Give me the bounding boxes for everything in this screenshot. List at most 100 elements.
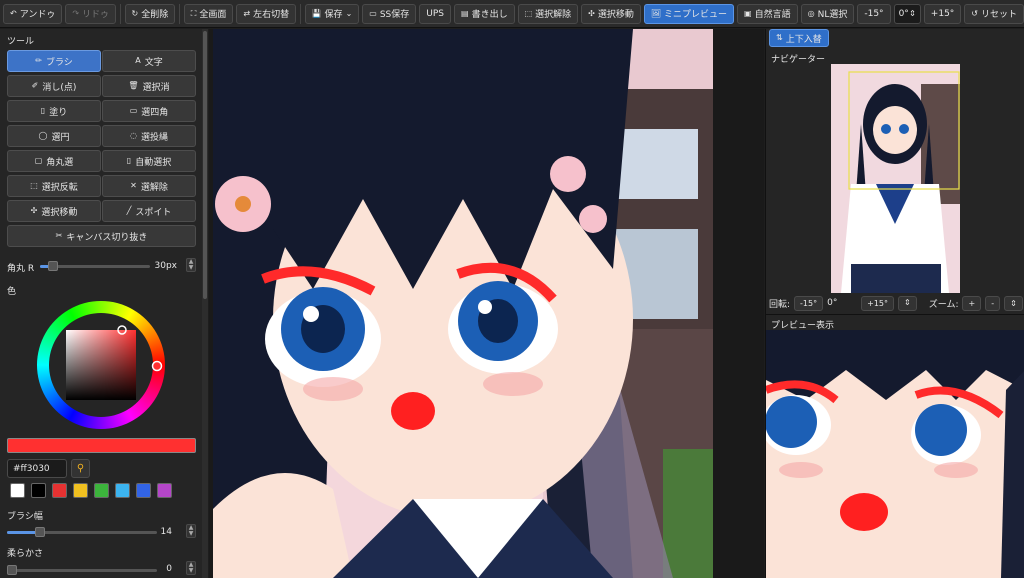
tool-button[interactable]: ╱ スポイト (102, 200, 196, 222)
tool-button[interactable]: ✐ 消し(点) (7, 75, 101, 97)
preview-image (766, 330, 1024, 578)
tool-button[interactable]: ▯ 塗り (7, 100, 101, 122)
rotate-plus-button[interactable]: +15° (923, 3, 962, 24)
fullscreen-icon: ⛶ (190, 8, 197, 18)
brush-size-spinner[interactable]: ▲ ▼ (186, 524, 196, 538)
canvas-area[interactable] (209, 29, 764, 578)
tool-icon: ▯ (40, 106, 46, 115)
tool-button[interactable]: ✏ ブラシ (7, 50, 101, 72)
undo-icon: ↶ (10, 8, 17, 18)
preview-illustration (766, 330, 1024, 578)
ups-button[interactable]: UPS (419, 3, 451, 24)
flip-ud-button[interactable]: ⇅ 上下入替 (769, 29, 829, 47)
canvas-scrollbar[interactable] (757, 29, 763, 578)
zoom-fit-button[interactable]: ⇕ (1004, 295, 1023, 311)
color-swatch[interactable] (115, 483, 130, 498)
flip-lr-button[interactable]: ⇄ 左右切替 (236, 3, 297, 24)
reset-button[interactable]: ↺ リセット (964, 3, 1024, 24)
deselect-button[interactable]: ⬚ 選択解除 (517, 3, 579, 24)
tool-button[interactable]: ✣ 選択移動 (7, 200, 101, 222)
zoom-out-button[interactable]: - (985, 295, 1001, 311)
color-swatch[interactable] (52, 483, 67, 498)
corner-radius-spinner[interactable]: ▲ ▼ (186, 258, 196, 272)
redo-button[interactable]: ↷ リドゥ (65, 3, 117, 24)
nl-select-button[interactable]: ◎ NL選択 (800, 3, 855, 24)
scrollbar-thumb[interactable] (203, 31, 207, 299)
slider-handle[interactable] (7, 565, 17, 575)
tool-label: 塗り (49, 107, 68, 118)
export-button[interactable]: ▤ 書き出し (454, 3, 515, 24)
tool-panel: ツール ✏ ブラシ A 文字 ✐ 消し(点) 🗑 選択消 ▯ 塗り ▭ 選四角 ◯ 選円 ◌ 選投縄 ▢ 角丸選 ▯… (0, 29, 208, 578)
top-toolbar: ↶ アンドゥ ↷ リドゥ ↻ 全削除 ⛶ 全画面 ⇄ 左右切替 💾 保存 ⌄ ▭ SS保存 UP… (0, 0, 1024, 28)
tool-icon: ✕ (130, 181, 137, 190)
scissors-icon: ✂ (55, 231, 63, 240)
brush-size-slider[interactable] (7, 527, 157, 537)
tool-label: 選投縄 (140, 132, 168, 143)
canvas-image[interactable] (213, 29, 713, 578)
slider-handle[interactable] (48, 261, 59, 271)
tool-button[interactable]: ▭ 選四角 (102, 100, 196, 122)
slider-handle[interactable] (35, 527, 45, 537)
undo-button[interactable]: ↶ アンドゥ (3, 3, 63, 24)
tool-button[interactable]: A 文字 (102, 50, 196, 72)
fullscreen-button[interactable]: ⛶ 全画面 (183, 3, 234, 24)
tool-icon: ╱ (126, 206, 132, 215)
tool-button[interactable]: ◯ 選円 (7, 125, 101, 147)
navigator-thumbnail[interactable] (831, 64, 960, 293)
color-wheel[interactable] (35, 299, 167, 431)
tool-icon: ⬚ (30, 181, 38, 190)
tool-button[interactable]: ▯ 自動選択 (102, 150, 196, 172)
nav-rotate-plus-button[interactable]: +15° (861, 295, 895, 311)
tool-label: 選択消 (142, 82, 170, 93)
tool-button[interactable]: ▢ 角丸選 (7, 150, 101, 172)
nav-rotate-spinner[interactable]: ⇕ (898, 295, 917, 311)
tool-icon: ▭ (129, 106, 138, 115)
tool-button[interactable]: ✕ 選解除 (102, 175, 196, 197)
canvas-crop-label: キャンバス切り抜き (66, 232, 148, 243)
save-button[interactable]: 💾 保存 ⌄ (304, 3, 360, 24)
move-selection-button[interactable]: ✣ 選択移動 (581, 3, 641, 24)
natural-language-button[interactable]: ▣ 自然言語 (737, 3, 798, 24)
save-icon: 💾 (311, 8, 322, 18)
tool-label: 角丸選 (46, 157, 74, 168)
brush-size-value: 14 (160, 527, 172, 537)
tool-label: 選四角 (141, 107, 169, 118)
softness-spinner[interactable]: ▲ ▼ (186, 561, 196, 575)
navigator-controls: 回転: -15° 0° +15° ⇕ ズーム: + - ⇕ (769, 295, 1024, 311)
panel-divider (766, 314, 1024, 315)
nav-rotate-minus-button[interactable]: -15° (794, 295, 824, 311)
zoom-in-button[interactable]: + (962, 295, 982, 311)
reset-icon: ↺ (971, 8, 978, 18)
color-swatch[interactable] (10, 483, 25, 498)
spinner-icon: ⇕ (909, 8, 916, 18)
hex-color-input[interactable]: #ff3030 (7, 459, 67, 478)
canvas-crop-button[interactable]: ✂ キャンバス切り抜き (7, 225, 196, 247)
navigator-title: ナビゲーター (771, 55, 826, 65)
eyedropper-icon: ⚲ (76, 463, 85, 474)
hue-picker-handle[interactable] (151, 360, 163, 372)
color-swatches (10, 483, 172, 498)
color-swatch[interactable] (94, 483, 109, 498)
eyedropper-button[interactable]: ⚲ (71, 459, 90, 478)
color-heading: 色 (7, 287, 17, 297)
anime-girl-illustration (213, 29, 713, 578)
softness-slider[interactable] (7, 565, 157, 575)
tool-icon: ◯ (38, 131, 48, 140)
corner-radius-slider[interactable] (40, 261, 150, 271)
tool-panel-scrollbar[interactable] (202, 29, 208, 578)
ss-save-button[interactable]: ▭ SS保存 (362, 3, 417, 24)
color-swatch[interactable] (136, 483, 151, 498)
tool-button[interactable]: 🗑 選択消 (102, 75, 196, 97)
color-swatch[interactable] (73, 483, 88, 498)
rotate-value-input[interactable]: 0° ⇕ (893, 3, 921, 24)
color-swatch[interactable] (31, 483, 46, 498)
mini-preview-button[interactable]: 🖼 ミニプレビュー (643, 3, 735, 24)
rotate-label: 回転: (769, 299, 791, 310)
color-swatch[interactable] (157, 483, 172, 498)
clear-all-button[interactable]: ↻ 全削除 (124, 3, 176, 24)
tool-button[interactable]: ⬚ 選択反転 (7, 175, 101, 197)
rotate-minus-button[interactable]: -15° (857, 3, 891, 24)
tool-button[interactable]: ◌ 選投縄 (102, 125, 196, 147)
tool-label: 選択移動 (41, 207, 78, 218)
deselect-icon: ⬚ (524, 8, 533, 18)
